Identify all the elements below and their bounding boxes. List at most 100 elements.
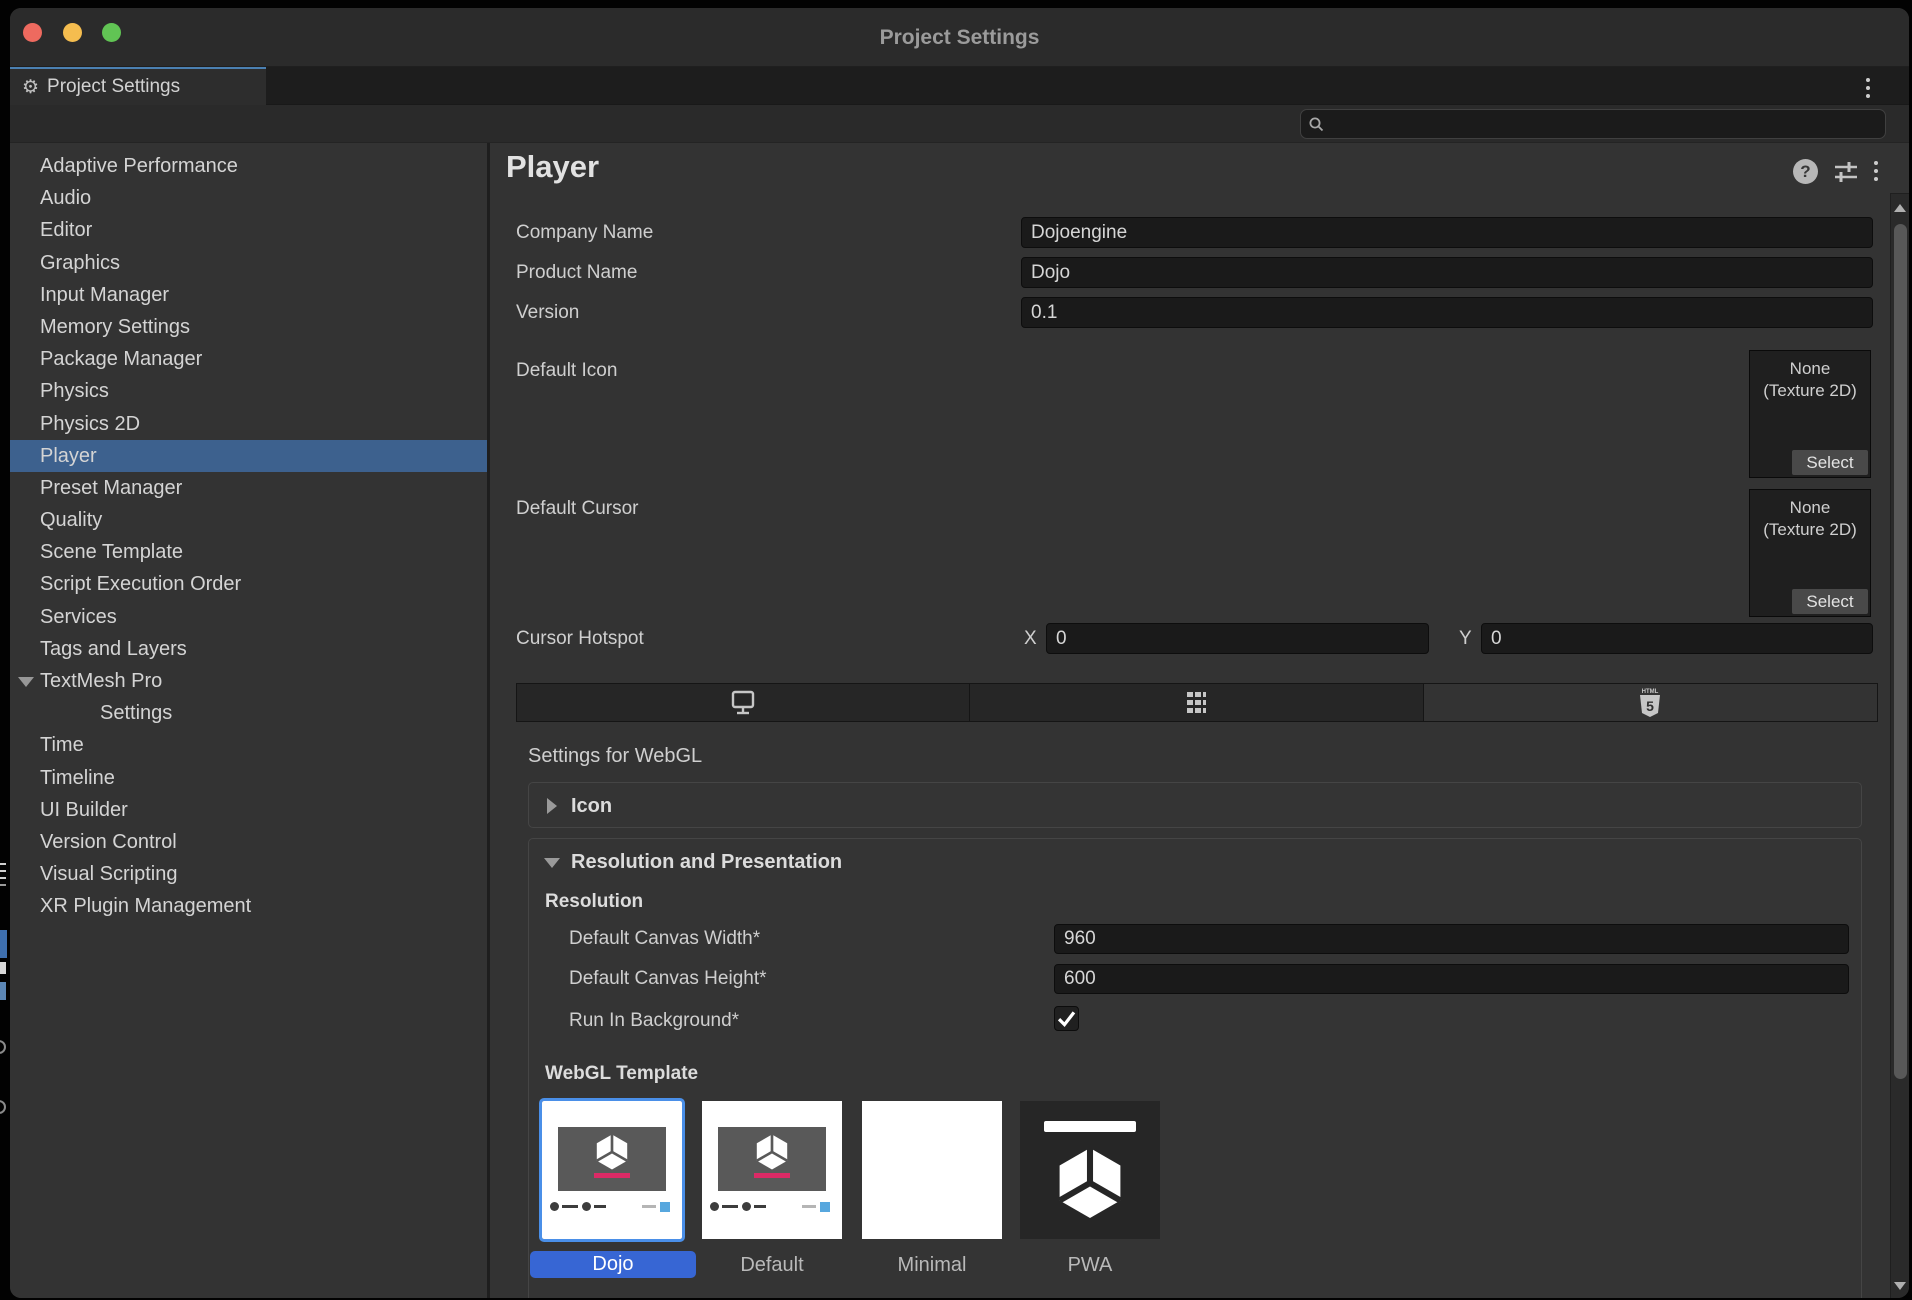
- sidebar-item-physics-2d[interactable]: Physics 2D: [10, 408, 487, 440]
- template-underline: [754, 1173, 790, 1178]
- sidebar-item-version-control[interactable]: Version Control: [10, 826, 487, 858]
- foldout-expanded-icon[interactable]: [18, 677, 34, 687]
- sidebar-item-tags-and-layers[interactable]: Tags and Layers: [10, 633, 487, 665]
- hotspot-x-label: X: [1024, 623, 1037, 654]
- canvas-width-field[interactable]: 960: [1054, 924, 1849, 954]
- sidebar-item-xr-plugin-management[interactable]: XR Plugin Management: [10, 890, 487, 922]
- sidebar-item-editor[interactable]: Editor: [10, 214, 487, 246]
- hotspot-y-field[interactable]: 0: [1481, 623, 1873, 654]
- platform-tab-strip: HTML 5: [516, 683, 1878, 722]
- player-settings-pane: Player ? Company Name Dojoengine Product…: [490, 143, 1890, 1298]
- product-name-field[interactable]: Dojo: [1021, 257, 1873, 288]
- unity-cube-icon: [753, 1133, 791, 1171]
- template-label-dojo[interactable]: Dojo: [530, 1251, 696, 1278]
- scrollbar-thumb[interactable]: [1894, 224, 1907, 1079]
- run-in-background-label: Run In Background*: [569, 1006, 739, 1036]
- presets-icon[interactable]: [1832, 160, 1860, 184]
- sidebar-item-preset-manager[interactable]: Preset Manager: [10, 472, 487, 504]
- canvas-height-label: Default Canvas Height*: [569, 964, 767, 994]
- canvas-height-field[interactable]: 600: [1054, 964, 1849, 994]
- scroll-up-icon[interactable]: [1894, 204, 1906, 212]
- sidebar-item-time[interactable]: Time: [10, 729, 487, 761]
- template-card-pwa[interactable]: [1020, 1101, 1160, 1239]
- search-icon: [1308, 116, 1325, 133]
- settings-for-webgl-label: Settings for WebGL: [528, 741, 702, 772]
- template-card-dojo[interactable]: [542, 1101, 682, 1239]
- player-more-menu-button[interactable]: [1874, 159, 1878, 183]
- texture-type-text: (Texture 2D): [1750, 380, 1870, 402]
- sidebar-item-services[interactable]: Services: [10, 601, 487, 633]
- version-label: Version: [516, 297, 579, 328]
- tab-project-settings[interactable]: ⚙ Project Settings: [10, 67, 266, 105]
- help-icon[interactable]: ?: [1793, 159, 1818, 184]
- foldout-expanded-icon: [544, 858, 560, 868]
- webgl-platform-icon: HTML 5: [1637, 687, 1663, 719]
- sidebar-item-package-manager[interactable]: Package Manager: [10, 343, 487, 375]
- unity-cube-icon: [593, 1133, 631, 1171]
- kebab-icon: [1874, 161, 1878, 165]
- sidebar-item-timeline[interactable]: Timeline: [10, 762, 487, 794]
- template-label-minimal[interactable]: Minimal: [862, 1252, 1002, 1279]
- icon-foldout-box: Icon: [528, 782, 1862, 828]
- template-card-default[interactable]: [702, 1101, 842, 1239]
- window-titlebar: Project Settings: [10, 8, 1909, 67]
- sidebar-item-visual-scripting[interactable]: Visual Scripting: [10, 858, 487, 890]
- icon-foldout-header[interactable]: Icon: [529, 783, 1861, 829]
- texture-none-text: None: [1750, 358, 1870, 380]
- window-title: Project Settings: [10, 8, 1909, 67]
- vertical-scrollbar[interactable]: [1890, 193, 1909, 1298]
- sidebar-item-textmesh-pro-settings[interactable]: Settings: [10, 697, 487, 729]
- default-icon-object-field[interactable]: None (Texture 2D) Select: [1749, 350, 1871, 478]
- resolution-presentation-box: Resolution and Presentation Resolution D…: [528, 838, 1862, 1298]
- hotspot-x-field[interactable]: 0: [1046, 623, 1429, 654]
- template-underline: [594, 1173, 630, 1178]
- settings-toolbar: [10, 105, 1909, 143]
- kebab-icon: [1866, 78, 1870, 82]
- editor-tab-bar: ⚙ Project Settings: [10, 67, 1909, 105]
- unity-cube-icon: [1052, 1145, 1128, 1221]
- template-card-minimal[interactable]: [862, 1101, 1002, 1239]
- sidebar-item-graphics[interactable]: Graphics: [10, 247, 487, 279]
- sidebar-item-ui-builder[interactable]: UI Builder: [10, 794, 487, 826]
- company-name-field[interactable]: Dojoengine: [1021, 217, 1873, 248]
- sidebar-item-quality[interactable]: Quality: [10, 504, 487, 536]
- product-name-label: Product Name: [516, 257, 637, 288]
- template-label-pwa[interactable]: PWA: [1020, 1252, 1160, 1279]
- default-cursor-object-field[interactable]: None (Texture 2D) Select: [1749, 489, 1871, 617]
- platform-tab-dedicated-server[interactable]: [970, 684, 1423, 721]
- company-name-label: Company Name: [516, 217, 653, 248]
- project-settings-window: Project Settings ⚙ Project Settings Adap…: [10, 8, 1909, 1298]
- texture-none-text: None: [1750, 497, 1870, 519]
- tab-bar-more-menu-button[interactable]: [1862, 72, 1874, 104]
- scroll-down-icon[interactable]: [1894, 1282, 1906, 1290]
- sidebar-item-memory-settings[interactable]: Memory Settings: [10, 311, 487, 343]
- texture-type-text: (Texture 2D): [1750, 519, 1870, 541]
- canvas-width-label: Default Canvas Width*: [569, 924, 760, 954]
- sidebar-item-player[interactable]: Player: [10, 440, 487, 472]
- sidebar-item-audio[interactable]: Audio: [10, 182, 487, 214]
- desktop-platform-icon: [728, 690, 758, 716]
- server-platform-icon: [1183, 690, 1209, 716]
- webgl-template-subheader: WebGL Template: [545, 1059, 698, 1089]
- default-cursor-select-button[interactable]: Select: [1792, 589, 1868, 614]
- sidebar-item-script-execution-order[interactable]: Script Execution Order: [10, 568, 487, 600]
- sidebar-item-physics[interactable]: Physics: [10, 375, 487, 407]
- platform-tab-desktop[interactable]: [517, 684, 970, 721]
- run-in-background-checkbox[interactable]: [1054, 1006, 1079, 1031]
- platform-tab-webgl[interactable]: HTML 5: [1424, 684, 1877, 721]
- page-title: Player: [506, 149, 599, 185]
- sidebar-item-scene-template[interactable]: Scene Template: [10, 536, 487, 568]
- gear-icon: ⚙: [22, 78, 39, 97]
- sidebar-item-input-manager[interactable]: Input Manager: [10, 279, 487, 311]
- version-field[interactable]: 0.1: [1021, 297, 1873, 328]
- template-label-default[interactable]: Default: [702, 1252, 842, 1279]
- resolution-presentation-label: Resolution and Presentation: [571, 851, 842, 873]
- sidebar-item-adaptive-performance[interactable]: Adaptive Performance: [10, 150, 487, 182]
- resolution-presentation-header[interactable]: Resolution and Presentation: [529, 839, 1861, 885]
- hotspot-y-label: Y: [1459, 623, 1472, 654]
- settings-category-list: Adaptive Performance Audio Editor Graphi…: [10, 143, 487, 1298]
- search-input[interactable]: [1300, 109, 1886, 139]
- sidebar-item-textmesh-pro[interactable]: TextMesh Pro: [10, 665, 487, 697]
- default-icon-select-button[interactable]: Select: [1792, 450, 1868, 475]
- checkmark-icon: [1055, 1007, 1078, 1030]
